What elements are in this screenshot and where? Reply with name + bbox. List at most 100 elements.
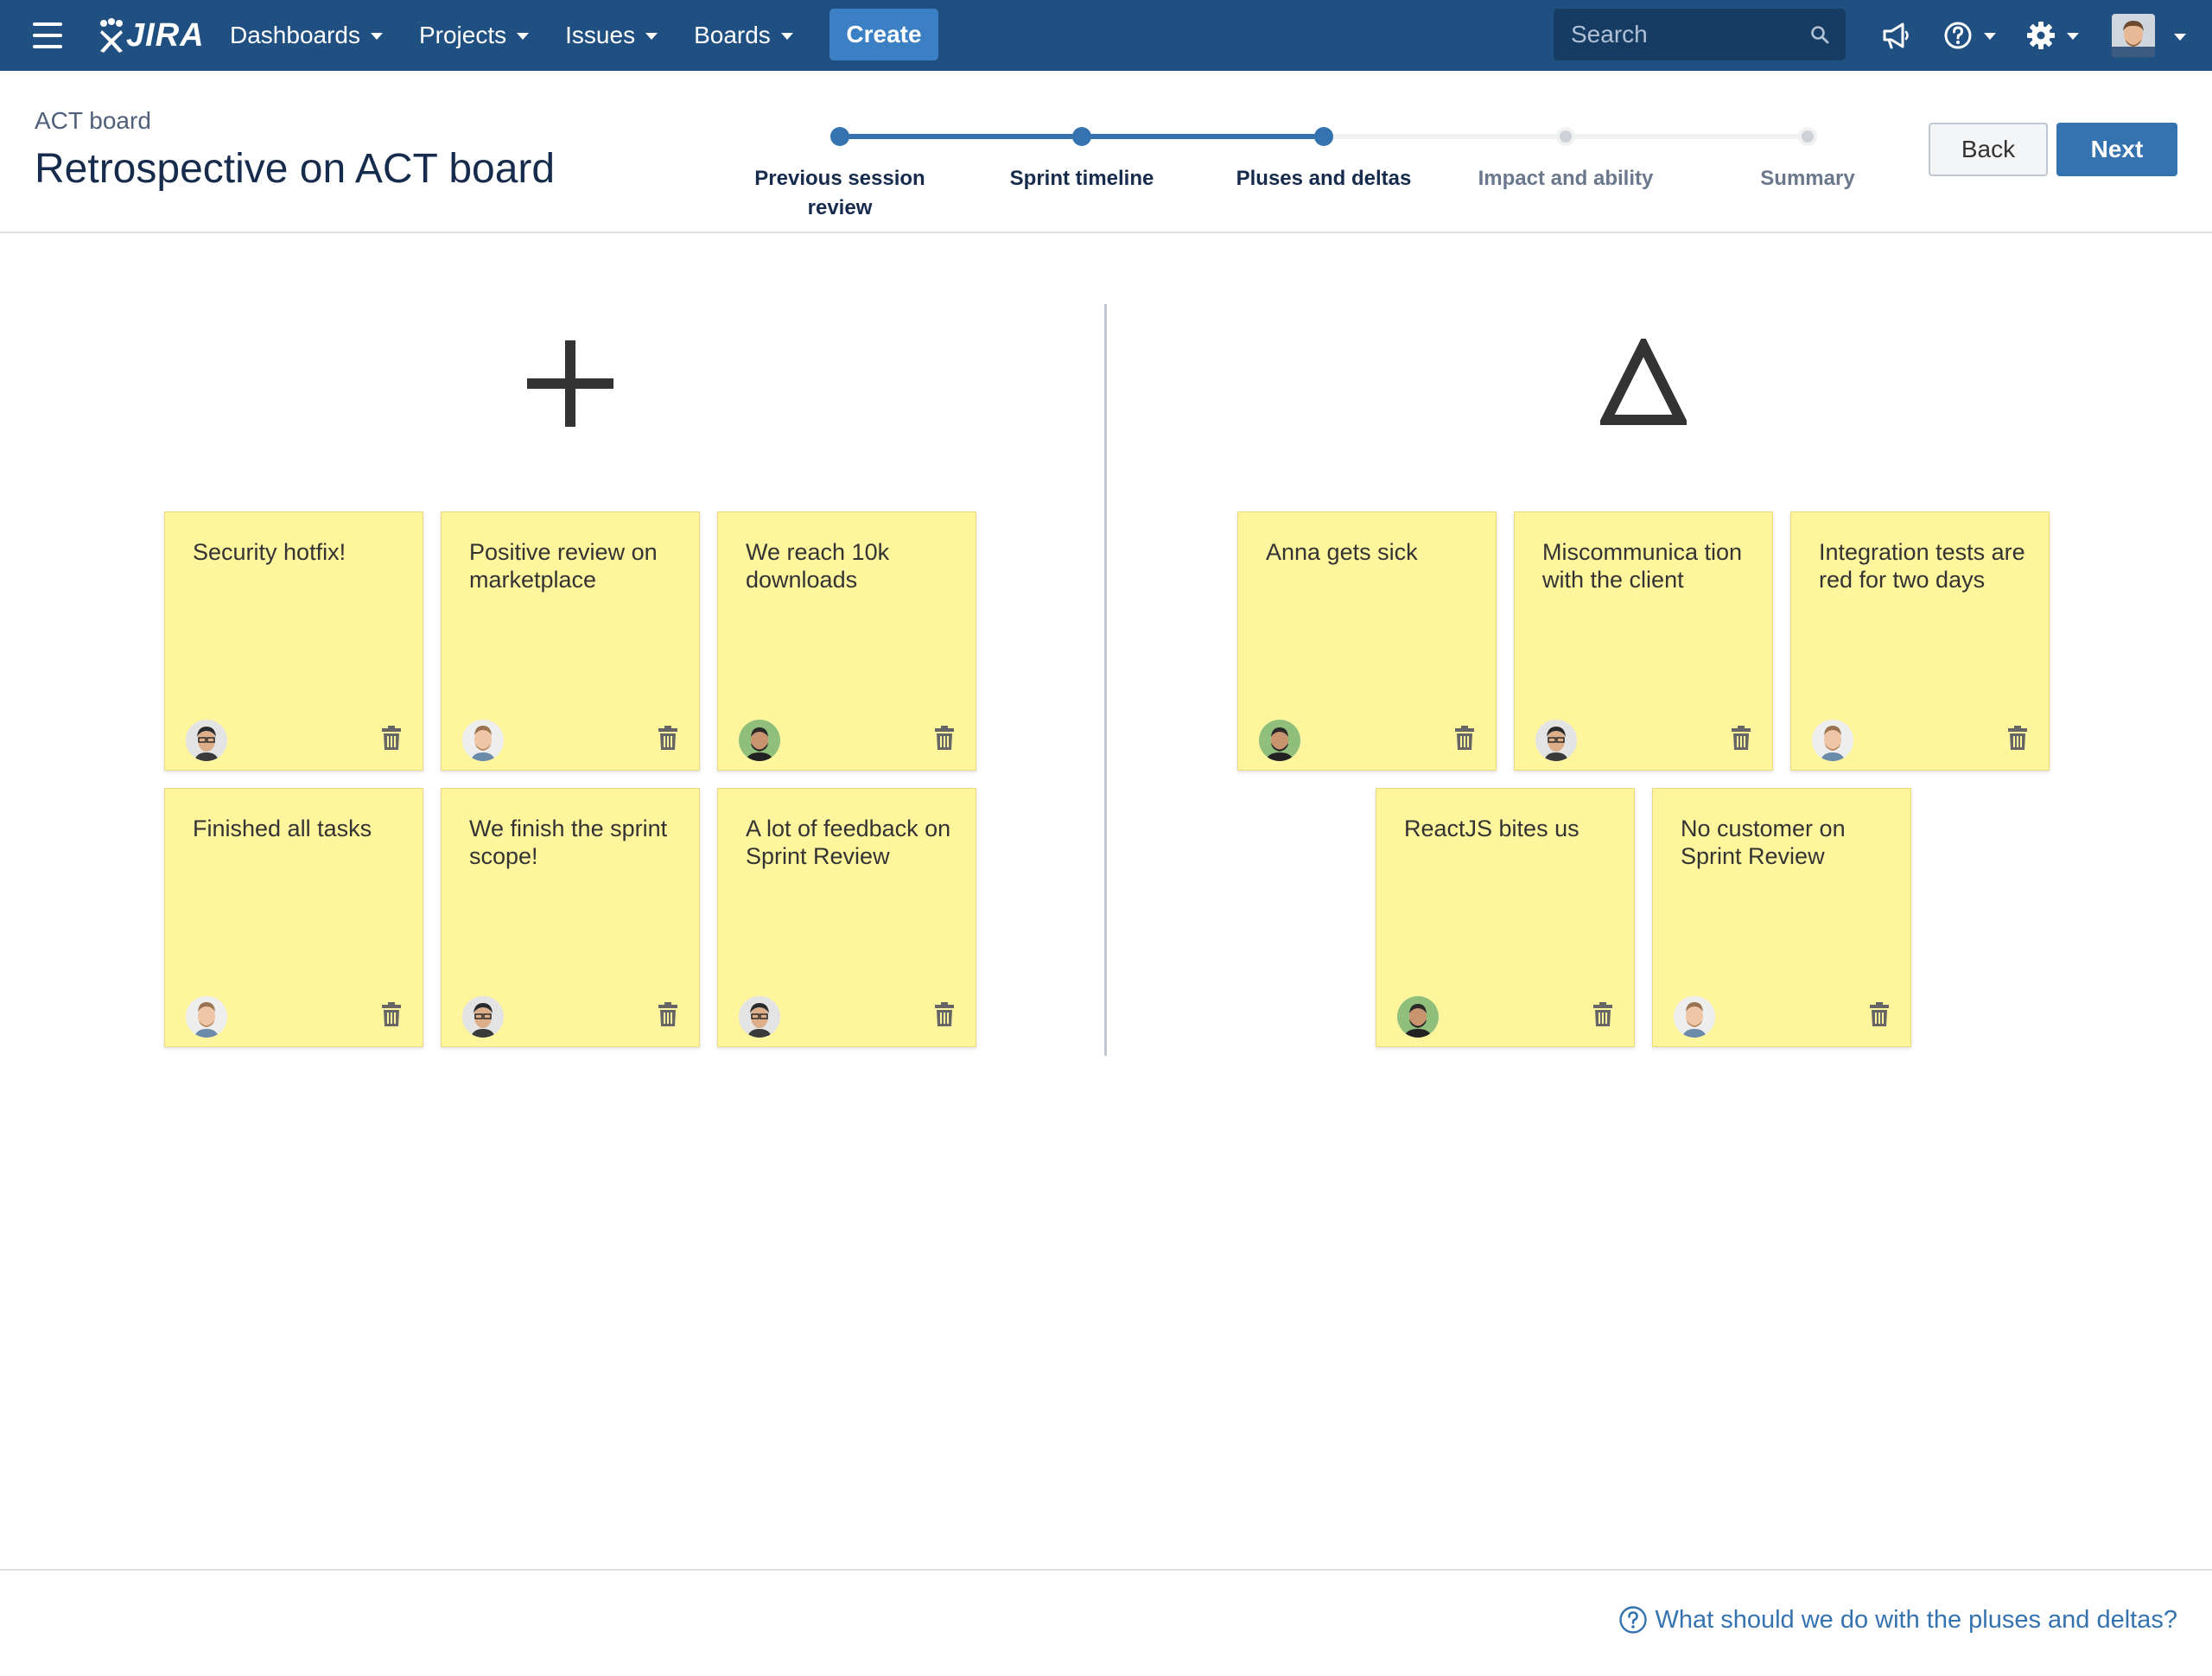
delta-note[interactable]: ReactJS bites us [1376,788,1635,1047]
help-link-text: What should we do with the pluses and de… [1655,1605,2177,1634]
note-text: Miscommunica tion with the client [1542,539,1743,593]
user-avatar[interactable] [2112,14,2155,57]
author-avatar [1535,720,1577,761]
nav-label: Dashboards [230,22,360,48]
author-avatar [1397,996,1439,1038]
plus-note[interactable]: Security hotfix! [164,511,423,771]
chevron-down-icon[interactable] [2174,34,2186,41]
nav-issues[interactable]: Issues [565,22,658,49]
author-avatar [462,996,504,1038]
step-dot-sprint-timeline[interactable] [1072,127,1091,146]
chevron-down-icon [370,33,383,40]
nav-label: Issues [565,22,636,48]
nav-label: Projects [418,22,507,48]
trash-icon[interactable] [934,725,955,751]
trash-icon[interactable] [381,725,402,751]
step-label-sprint-timeline[interactable]: Sprint timeline [974,164,1190,194]
logo-wordmark: JIRA [126,16,205,54]
search-icon[interactable] [1809,24,1830,45]
nav-boards[interactable]: Boards [694,22,793,49]
search-box [1554,9,1846,60]
step-label-summary[interactable]: Summary [1700,164,1916,194]
notifications-button[interactable] [1880,17,1911,54]
chevron-down-icon [780,33,793,40]
note-text: We reach 10k downloads [746,539,890,593]
plus-note[interactable]: A lot of feedback on Sprint Review [717,788,976,1047]
trash-icon[interactable] [658,725,678,751]
page-title: Retrospective on ACT board [35,146,556,192]
gear-icon [2027,22,2055,49]
trash-icon[interactable] [2007,725,2028,751]
chevron-down-icon [645,33,658,40]
step-dot-impact-and-ability[interactable] [1556,127,1575,146]
jira-logo-icon [100,18,123,53]
delta-note[interactable]: Anna gets sick [1237,511,1497,771]
column-divider [1104,304,1107,1056]
plus-note[interactable]: We finish the sprint scope! [441,788,700,1047]
step-dot-summary[interactable] [1798,127,1817,146]
back-button[interactable]: Back [1929,123,2048,176]
delta-note[interactable]: Integration tests are red for two days [1790,511,2050,771]
step-connector [1082,134,1324,139]
note-text: ReactJS bites us [1404,816,1580,841]
settings-menu[interactable] [2025,17,2079,54]
trash-icon[interactable] [1454,725,1475,751]
trash-icon[interactable] [1731,725,1751,751]
help-link[interactable]: What should we do with the pluses and de… [1618,1605,2177,1635]
next-button[interactable]: Next [2056,123,2177,176]
step-connector [1566,134,1808,139]
author-avatar [462,720,504,761]
trash-icon[interactable] [934,1001,955,1027]
author-avatar [186,996,227,1038]
nav-label: Boards [694,22,771,48]
help-icon [1619,1606,1648,1634]
note-text: Positive review on marketplace [469,539,658,593]
step-label-previous-session-review[interactable]: Previous session review [732,164,948,223]
step-label-pluses-and-deltas[interactable]: Pluses and deltas [1216,164,1432,194]
megaphone-icon [1883,22,1909,49]
nav-dashboards[interactable]: Dashboards [230,22,383,49]
user-avatar-image [2112,14,2155,57]
author-avatar [739,720,780,761]
delta-icon [1598,333,1689,429]
author-avatar [1259,720,1300,761]
trash-icon[interactable] [1869,1001,1890,1027]
chevron-down-icon [517,33,530,40]
chevron-down-icon [2067,33,2079,40]
author-avatar [1812,720,1853,761]
trash-icon[interactable] [658,1001,678,1027]
author-avatar [186,720,227,761]
plus-note[interactable]: Positive review on marketplace [441,511,700,771]
step-dot-pluses-and-deltas[interactable] [1314,127,1333,146]
note-text: We finish the sprint scope! [469,816,668,869]
author-avatar [739,996,780,1038]
note-text: Security hotfix! [193,539,346,565]
plus-note[interactable]: Finished all tasks [164,788,423,1047]
page-footer: What should we do with the pluses and de… [0,1569,2212,1676]
menu-icon[interactable] [33,22,62,48]
author-avatar [1674,996,1715,1038]
delta-note[interactable]: No customer on Sprint Review [1652,788,1911,1047]
note-text: A lot of feedback on Sprint Review [746,816,951,869]
delta-note[interactable]: Miscommunica tion with the client [1514,511,1773,771]
search-input[interactable] [1571,21,1796,48]
help-icon [1944,22,1972,49]
step-dot-previous-session-review[interactable] [830,127,849,146]
plus-note[interactable]: We reach 10k downloads [717,511,976,771]
step-connector [840,134,1082,139]
nav-projects[interactable]: Projects [418,22,530,49]
breadcrumb[interactable]: ACT board [35,107,151,135]
plus-icon [527,340,613,431]
top-navigation: JIRA Dashboards Projects Issues Boards C… [0,0,2212,71]
jira-logo[interactable]: JIRA [97,14,205,57]
chevron-down-icon [1984,33,1996,40]
create-button[interactable]: Create [830,9,938,60]
trash-icon[interactable] [1592,1001,1613,1027]
page-header: ACT board Retrospective on ACT board Pre… [0,71,2212,233]
step-label-impact-and-ability[interactable]: Impact and ability [1458,164,1674,194]
note-text: Finished all tasks [193,816,372,841]
help-menu[interactable] [1942,17,1996,54]
note-text: No customer on Sprint Review [1681,816,1846,869]
step-connector [1324,134,1566,139]
trash-icon[interactable] [381,1001,402,1027]
